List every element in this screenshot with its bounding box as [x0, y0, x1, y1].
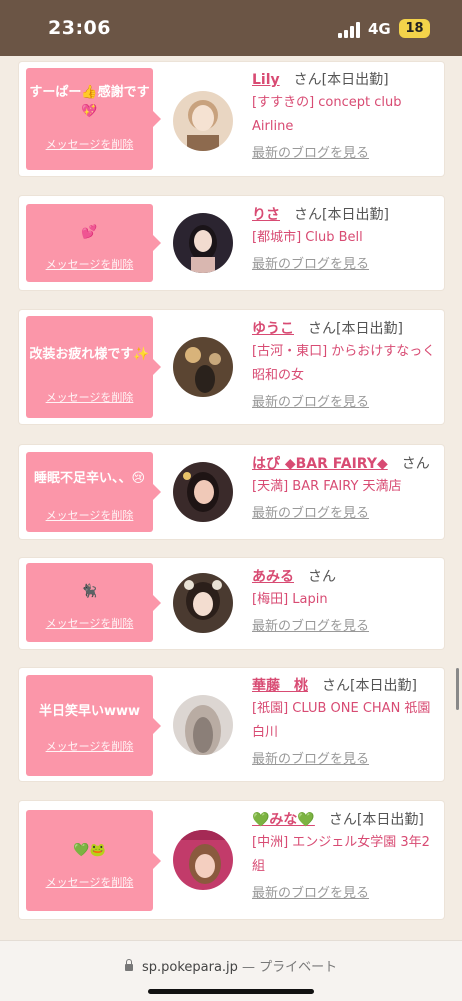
- status-time: 23:06: [48, 17, 111, 39]
- avatar[interactable]: [173, 91, 233, 151]
- url-domain: sp.pokepara.jp: [141, 960, 238, 975]
- blog-link[interactable]: 最新のブログを見る: [252, 617, 440, 637]
- attendance-tag: [本日出勤]: [350, 678, 417, 694]
- avatar[interactable]: [173, 213, 233, 273]
- message-text: 半日笑早いwww: [38, 703, 141, 719]
- blog-link[interactable]: 最新のブログを見る: [252, 504, 440, 524]
- blog-link[interactable]: 最新のブログを見る: [252, 750, 440, 770]
- avatar[interactable]: [173, 337, 233, 397]
- delete-message-link[interactable]: メッセージを削除: [26, 738, 153, 754]
- message-text: 💚🐸: [73, 842, 106, 858]
- shop-name: [梅田] Lapin: [252, 592, 328, 607]
- message-bubble: 改装お疲れ様です✨ メッセージを削除: [26, 316, 161, 418]
- battery-icon: 18: [399, 19, 430, 38]
- message-bubble: 💚🐸 メッセージを削除: [26, 810, 161, 911]
- shop-name: [祇園] CLUB ONE CHAN 祇園白川: [252, 701, 431, 740]
- scrollbar[interactable]: [456, 668, 459, 710]
- delete-message-link[interactable]: メッセージを削除: [26, 874, 153, 890]
- delete-message-link[interactable]: メッセージを削除: [26, 389, 153, 405]
- cast-card: 半日笑早いwww メッセージを削除 華藤 桃 さん[本日出勤] [祇園] CLU…: [19, 668, 444, 781]
- cast-name-link[interactable]: ゆうこ: [252, 321, 294, 337]
- blog-link[interactable]: 最新のブログを見る: [252, 144, 440, 164]
- avatar[interactable]: [173, 573, 233, 633]
- message-bubble: 🐈‍⬛ メッセージを削除: [26, 563, 161, 642]
- avatar[interactable]: [173, 830, 233, 890]
- delete-message-link[interactable]: メッセージを削除: [26, 507, 153, 523]
- cast-name-link[interactable]: りさ: [252, 207, 280, 223]
- cast-name-link[interactable]: 華藤 桃: [252, 678, 308, 694]
- cast-card: 改装お疲れ様です✨ メッセージを削除 ゆうこ さん[本日出勤] [古河・東口] …: [19, 310, 444, 424]
- shop-name: [すすきの] concept club Airline: [252, 95, 402, 134]
- avatar[interactable]: [173, 695, 233, 755]
- lock-icon: [124, 959, 133, 971]
- shop-name: [天満] BAR FAIRY 天満店: [252, 479, 402, 494]
- home-indicator[interactable]: [148, 989, 314, 994]
- message-text: 改装お疲れ様です✨: [29, 346, 150, 362]
- avatar-image: [173, 462, 233, 522]
- avatar-image: [173, 91, 233, 151]
- attendance-tag: [本日出勤]: [322, 207, 389, 223]
- blog-link[interactable]: 最新のブログを見る: [252, 393, 440, 413]
- delete-message-link[interactable]: メッセージを削除: [26, 256, 153, 272]
- cast-card: 睡眠不足辛い、、😢 メッセージを削除 はぴ ◆BAR FAIRY◆ さん [天満…: [19, 445, 444, 539]
- cast-name-link[interactable]: はぴ ◆BAR FAIRY◆: [252, 456, 388, 472]
- attendance-tag: [本日出勤]: [321, 72, 389, 88]
- signal-icon: [338, 22, 362, 38]
- cast-card: 🐈‍⬛ メッセージを削除 あみる さん [梅田] Lapin 最新のブログを見る: [19, 558, 444, 649]
- delete-message-link[interactable]: メッセージを削除: [26, 136, 153, 152]
- avatar-image: [173, 573, 233, 633]
- attendance-tag: [本日出勤]: [336, 321, 403, 337]
- shop-name: [古河・東口] からおけすなっく 昭和の女: [252, 344, 436, 383]
- honorific: さん: [294, 207, 322, 223]
- message-bubble: 半日笑早いwww メッセージを削除: [26, 675, 161, 776]
- avatar-image: [173, 830, 233, 890]
- browser-address-bar[interactable]: sp.pokepara.jp — プライベート: [0, 940, 462, 1001]
- honorific: さん: [293, 72, 322, 88]
- honorific: さん: [308, 569, 336, 585]
- network-type: 4G: [368, 20, 391, 38]
- status-bar: 23:06 4G 18: [0, 0, 462, 56]
- honorific: さん: [322, 678, 350, 694]
- attendance-tag: [本日出勤]: [356, 812, 424, 828]
- message-bubble: すーぱー👍感謝です💖 メッセージを削除: [26, 68, 161, 170]
- honorific: さん: [401, 456, 430, 472]
- blog-link[interactable]: 最新のブログを見る: [252, 255, 440, 275]
- message-text: 睡眠不足辛い、、😢: [33, 470, 146, 486]
- shop-name: [都城市] Club Bell: [252, 230, 363, 245]
- cast-card: 💕 メッセージを削除 りさ さん[本日出勤] [都城市] Club Bell 最…: [19, 196, 444, 290]
- message-text: すーぱー👍感謝です💖: [29, 85, 150, 119]
- cast-card: 💚🐸 メッセージを削除 💚みな💚 さん[本日出勤] [中洲] エンジェル女学園 …: [19, 801, 444, 919]
- cast-name-link[interactable]: あみる: [252, 569, 294, 585]
- blog-link[interactable]: 最新のブログを見る: [252, 884, 440, 904]
- avatar-image: [173, 337, 233, 397]
- message-list: すーぱー👍感謝です💖 メッセージを削除 Lily さん[本日出勤] [すすきの]…: [0, 56, 462, 940]
- cast-name-link[interactable]: 💚みな💚: [252, 812, 315, 828]
- cast-name-link[interactable]: Lily: [252, 72, 280, 88]
- avatar[interactable]: [173, 462, 233, 522]
- private-mode-label: — プライベート: [242, 960, 338, 975]
- honorific: さん: [328, 812, 357, 828]
- shop-name: [中洲] エンジェル女学園 3年2組: [252, 835, 430, 874]
- avatar-image: [173, 695, 233, 755]
- honorific: さん: [308, 321, 336, 337]
- message-text: 🐈‍⬛: [81, 583, 98, 599]
- message-text: 💕: [81, 224, 98, 240]
- message-bubble: 睡眠不足辛い、、😢 メッセージを削除: [26, 452, 161, 532]
- cast-card: すーぱー👍感謝です💖 メッセージを削除 Lily さん[本日出勤] [すすきの]…: [19, 62, 444, 176]
- message-bubble: 💕 メッセージを削除: [26, 204, 161, 282]
- delete-message-link[interactable]: メッセージを削除: [26, 615, 153, 631]
- avatar-image: [173, 213, 233, 273]
